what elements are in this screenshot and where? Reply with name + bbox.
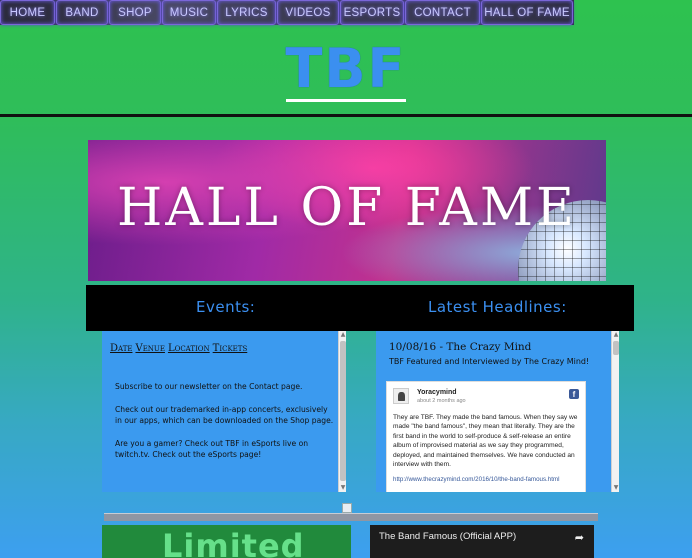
broken-image-icon [342, 503, 352, 513]
scroll-thumb[interactable] [613, 341, 619, 355]
events-note: Are you a gamer? Check out TBF in eSport… [115, 439, 309, 459]
nav-band[interactable]: BAND [56, 0, 108, 25]
scroll-down-icon[interactable]: ▼ [612, 484, 619, 492]
video-title[interactable]: The Band Famous (Official APP) [379, 531, 516, 542]
site-header: TBF [0, 25, 692, 115]
nav-home[interactable]: HOME [0, 0, 55, 25]
scroll-up-icon[interactable]: ▲ [339, 331, 346, 339]
post-body: They are TBF. They made the band famous.… [393, 414, 578, 469]
scroll-thumb[interactable] [340, 341, 346, 481]
nav-music[interactable]: MUSIC [162, 0, 216, 25]
events-scrollbar[interactable]: ▲ ▼ [338, 331, 346, 492]
events-col-tickets: Tickets [212, 343, 248, 354]
headline-subtitle: TBF Featured and Interviewed by The Craz… [389, 357, 590, 366]
sections-header-bar: Events: Latest Headlines: [86, 285, 634, 331]
headlines-heading: Latest Headlines: [428, 298, 567, 316]
events-notes: Subscribe to our newsletter on the Conta… [115, 381, 335, 472]
main-nav: HOME BAND SHOP MUSIC LYRICS VIDEOS ESPOR… [0, 0, 574, 25]
scroll-up-icon[interactable]: ▲ [612, 331, 619, 339]
post-timestamp[interactable]: about 2 months ago [417, 398, 466, 404]
nav-lyrics[interactable]: LYRICS [217, 0, 276, 25]
share-icon[interactable]: ➦ [575, 531, 584, 544]
facebook-post-card[interactable]: Yoracymind about 2 months ago f They are… [386, 381, 586, 492]
nav-esports[interactable]: ESPORTS [340, 0, 404, 25]
nav-contact[interactable]: CONTACT [405, 0, 480, 25]
nav-shop[interactable]: SHOP [109, 0, 161, 25]
events-col-location: Location [167, 343, 210, 354]
nav-videos[interactable]: VIDEOS [277, 0, 339, 25]
promo-text: Limited [162, 527, 305, 558]
headline-title: 10/08/16 - The Crazy Mind [389, 341, 532, 353]
events-table-header: Date Venue Location Tickets [110, 343, 247, 354]
events-heading: Events: [196, 298, 256, 316]
post-author[interactable]: Yoracymind [417, 389, 457, 396]
facebook-icon[interactable]: f [569, 389, 579, 399]
events-panel[interactable]: Date Venue Location Tickets Subscribe to… [102, 331, 346, 492]
nav-hall-of-fame[interactable]: HALL OF FAME [481, 0, 573, 25]
events-col-venue: Venue [135, 343, 165, 354]
site-logo-title[interactable]: TBF [285, 38, 407, 102]
promo-tile[interactable]: Limited [102, 525, 351, 558]
events-note: Subscribe to our newsletter on the Conta… [115, 382, 303, 391]
video-embed[interactable]: The Band Famous (Official APP) ➦ [370, 525, 594, 558]
hall-of-fame-banner: HALL OF FAME [88, 140, 606, 281]
post-link[interactable]: http://www.thecrazymind.com/2016/10/the-… [393, 475, 579, 484]
headlines-panel[interactable]: 10/08/16 - The Crazy Mind TBF Featured a… [376, 331, 619, 492]
content-divider [104, 513, 598, 521]
scroll-down-icon[interactable]: ▼ [339, 484, 346, 492]
avatar[interactable] [393, 388, 409, 404]
banner-title: HALL OF FAME [116, 178, 578, 238]
events-col-date: Date [110, 343, 133, 354]
header-divider [0, 114, 692, 117]
events-note: Check out our trademarked in-app concert… [115, 405, 334, 425]
headlines-scrollbar[interactable]: ▲ ▼ [611, 331, 619, 492]
